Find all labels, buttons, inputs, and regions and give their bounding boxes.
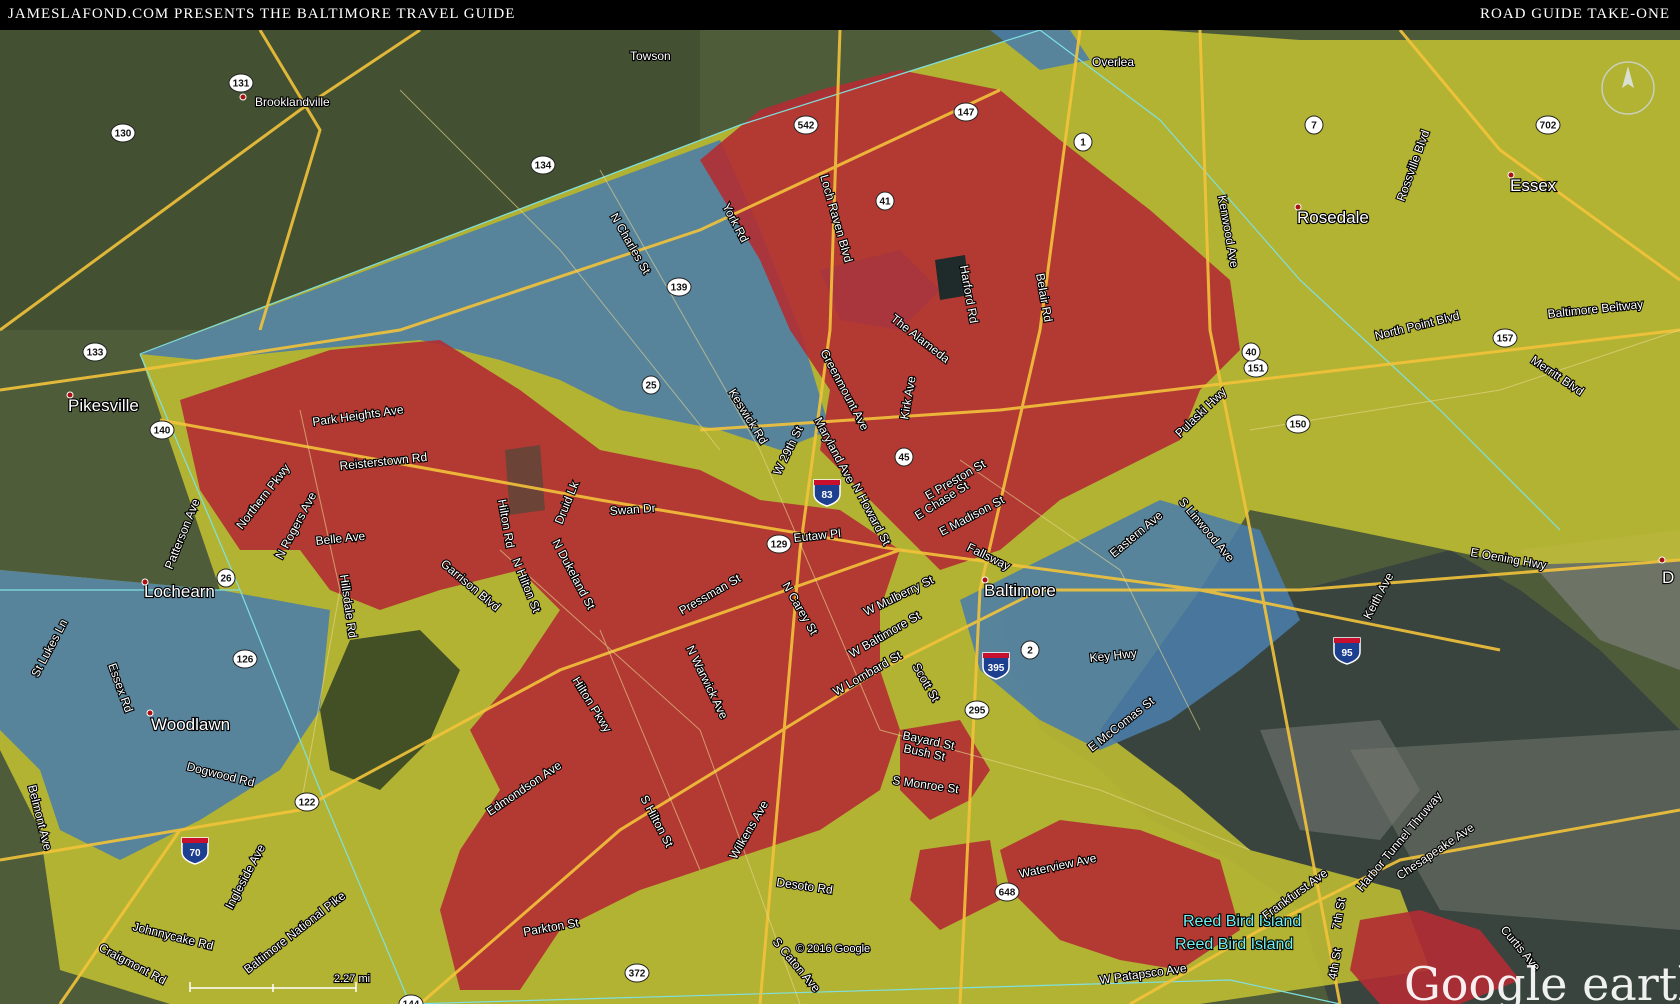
route-shield-label: 45: [898, 453, 910, 464]
route-shield-140: 140: [149, 420, 175, 440]
route-shield-83: 83: [813, 479, 841, 507]
place-reed-bird-2: Reed Bird Island: [1175, 936, 1293, 953]
route-shield-label: 25: [645, 381, 657, 392]
route-shield-139: 139: [666, 277, 692, 297]
route-shield-25: 25: [641, 375, 661, 395]
route-shield-131: 131: [228, 73, 254, 93]
route-shield-122: 122: [294, 792, 320, 812]
route-shield-label: 372: [629, 969, 646, 980]
route-shield-133: 133: [82, 342, 108, 362]
route-shield-542: 542: [793, 115, 819, 135]
place-towson: Towson: [630, 49, 671, 63]
route-shield-label: 70: [189, 848, 201, 859]
route-shield-label: 41: [879, 197, 891, 208]
route-shield-label: 542: [798, 121, 815, 132]
route-shield-295: 295: [964, 700, 990, 720]
route-shield-label: 7: [1311, 121, 1317, 132]
map-canvas[interactable]: Towson Overlea Brooklandville Pikesville…: [0, 30, 1680, 1004]
route-shield-label: 702: [1540, 121, 1557, 132]
route-shield-702: 702: [1535, 115, 1561, 135]
route-shield-1: 1: [1073, 132, 1093, 152]
route-shield-label: 150: [1290, 420, 1307, 431]
route-shield-95: 95: [1333, 637, 1361, 665]
route-shield-label: 2: [1027, 646, 1033, 657]
route-shield-label: 122: [299, 798, 316, 809]
route-shield-label: 133: [87, 348, 104, 359]
route-shield-label: 40: [1245, 348, 1257, 359]
route-shield-147: 147: [953, 102, 979, 122]
route-shield-label: 157: [1497, 334, 1514, 345]
route-shield-label: 648: [999, 888, 1016, 899]
route-shield-45: 45: [894, 447, 914, 467]
route-shield-label: 126: [237, 655, 254, 666]
place-rosedale: Rosedale: [1297, 208, 1369, 227]
route-shield-label: 130: [115, 129, 132, 140]
druid-lake: [505, 445, 545, 515]
route-shield-label: 295: [969, 706, 986, 717]
place-lochearn: Lochearn: [144, 582, 215, 601]
route-shield-label: 1: [1080, 138, 1086, 149]
route-shield-label: 139: [671, 283, 688, 294]
route-shield-70: 70: [181, 837, 209, 865]
route-shield-129: 129: [766, 534, 792, 554]
title-bar: JAMESLAFOND.COM PRESENTS THE BALTIMORE T…: [0, 0, 1680, 30]
route-shield-label: 140: [154, 426, 171, 437]
route-shield-label: 129: [771, 540, 788, 551]
place-d-edge: D: [1662, 568, 1674, 587]
place-pikesville: Pikesville: [68, 396, 139, 415]
site-title: JAMESLAFOND.COM PRESENTS THE BALTIMORE T…: [8, 6, 516, 22]
place-baltimore: Baltimore: [984, 581, 1056, 600]
copyright-text: © 2016 Google: [796, 943, 870, 955]
route-shield-40: 40: [1241, 342, 1261, 362]
place-brooklandville: Brooklandville: [255, 95, 330, 109]
route-shield-label: 131: [233, 79, 250, 90]
route-shield-648: 648: [994, 882, 1020, 902]
route-shield-372: 372: [624, 963, 650, 983]
route-shield-label: 134: [535, 161, 552, 172]
route-shield-157: 157: [1492, 328, 1518, 348]
place-overlea: Overlea: [1092, 55, 1134, 69]
route-shield-150: 150: [1285, 414, 1311, 434]
place-essex: Essex: [1510, 176, 1557, 195]
route-shield-26: 26: [216, 568, 236, 588]
route-shield-label: 95: [1341, 648, 1353, 659]
route-shield-label: 83: [821, 490, 833, 501]
route-shield-41: 41: [875, 191, 895, 211]
route-shield-7: 7: [1304, 115, 1324, 135]
scale-label: 2.27 mi: [334, 973, 370, 985]
place-reed-bird-1: Reed Bird Island: [1183, 913, 1301, 930]
route-shield-label: 395: [988, 663, 1005, 674]
route-shield-label: 151: [1248, 364, 1265, 375]
route-shield-395: 395: [982, 652, 1010, 680]
place-woodlawn: Woodlawn: [151, 715, 230, 734]
route-shield-151: 151: [1243, 358, 1269, 378]
route-shield-label: 144: [403, 1000, 420, 1004]
route-shield-126: 126: [232, 649, 258, 669]
google-earth-watermark: Google earth: [1404, 957, 1680, 1004]
guide-title: ROAD GUIDE TAKE-ONE: [1480, 6, 1670, 22]
route-shield-label: 26: [220, 574, 232, 585]
route-shield-134: 134: [530, 155, 556, 175]
route-shield-130: 130: [110, 123, 136, 143]
route-shield-label: 147: [958, 108, 975, 119]
route-shield-2: 2: [1020, 640, 1040, 660]
